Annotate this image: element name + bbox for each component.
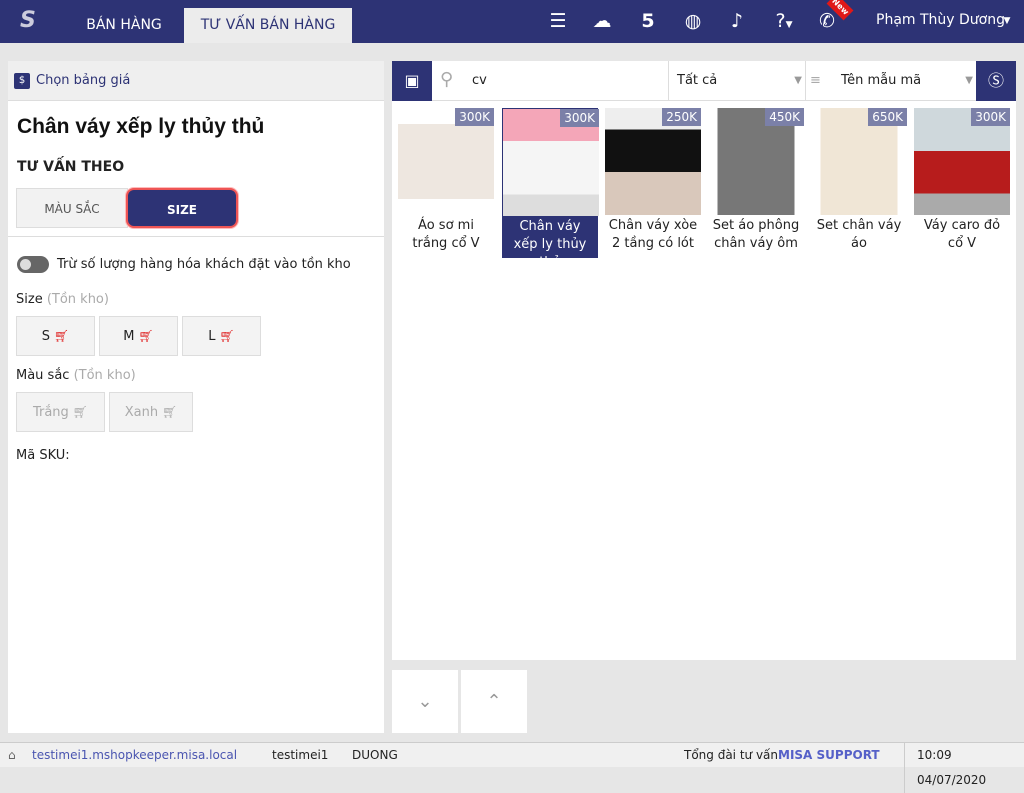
product-image: 300K — [914, 108, 1010, 215]
domain-link[interactable]: testimei1.mshopkeeper.misa.local — [32, 743, 237, 768]
divider — [8, 236, 384, 237]
seg-color[interactable]: MÀU SẮC — [16, 188, 128, 228]
product-card[interactable]: 650K Set chân váy áo — [811, 108, 907, 258]
size-option-s[interactable]: S 🛒︎ — [16, 316, 95, 356]
product-card[interactable]: 300K Chân váy xếp ly thủy thủ — [502, 108, 599, 270]
size-label: Size (Tồn kho) — [16, 292, 109, 307]
price-badge: 300K — [971, 108, 1010, 126]
product-image: 450K — [708, 108, 804, 215]
product-toolbar: ▣ ⚲ cv Tất cả ▼ ≡ Tên mẫu mã ▼ Ⓢ — [392, 61, 1016, 101]
product-image: 650K — [811, 108, 907, 215]
cart-icon: 🛒︎ — [162, 405, 178, 419]
product-image: 300K — [398, 108, 494, 215]
price-badge: 450K — [765, 108, 804, 126]
product-title: Chân váy xếp ly thủy thủ — [17, 115, 265, 138]
status-bar: ⌂ testimei1.mshopkeeper.misa.local testi… — [0, 742, 1024, 793]
consult-mode-segment: MÀU SẮC SIZE — [16, 188, 238, 228]
product-name: Váy caro đỏ cổ V — [923, 218, 1001, 251]
product-card[interactable]: 450K Set áo phông chân váy ôm — [708, 108, 804, 258]
scroll-up-button[interactable]: ⌃ — [461, 670, 527, 733]
cart-icon: 🛒︎ — [219, 329, 235, 343]
product-panel: ▣ ⚲ cv Tất cả ▼ ≡ Tên mẫu mã ▼ Ⓢ 300K Áo sơ … — [392, 61, 1016, 660]
cart-icon: 🛒︎ — [54, 329, 70, 343]
shop-icon[interactable]: 5 — [635, 10, 661, 32]
hotline-link[interactable]: MISA SUPPORT — [778, 743, 880, 768]
price-list-button[interactable]: $ Chọn bảng giá — [8, 61, 384, 101]
seg-size[interactable]: SIZE — [126, 188, 238, 228]
product-name: Áo sơ mi trắng cổ V — [412, 218, 480, 251]
price-symbol-icon[interactable]: Ⓢ — [976, 61, 1016, 101]
sort-icon: ≡ — [810, 73, 821, 88]
cart-icon: 🛒︎ — [138, 329, 154, 343]
bell-icon[interactable]: ♪ — [724, 10, 750, 32]
sort-select[interactable]: ≡ Tên mẫu mã ▼ — [805, 61, 976, 101]
category-filter[interactable]: Tất cả ▼ — [668, 61, 805, 101]
product-card[interactable]: 300K Váy caro đỏ cổ V — [914, 108, 1010, 258]
search-value: cv — [472, 73, 487, 88]
price-table-icon: $ — [14, 72, 30, 89]
price-badge: 650K — [868, 108, 907, 126]
datetime: 10:09 04/07/2020 — [904, 743, 1024, 793]
help-icon[interactable]: ?▼ — [766, 10, 802, 36]
size-option-l[interactable]: L 🛒︎ — [182, 316, 261, 356]
product-name: Set chân váy áo — [816, 218, 902, 251]
hotline-label: Tổng đài tư vấn: — [684, 748, 783, 762]
color-label: Màu sắc (Tồn kho) — [16, 368, 136, 383]
user-menu[interactable]: Phạm Thùy Dương — [876, 12, 1005, 28]
cloud-sync-icon[interactable]: ☁ — [589, 10, 615, 32]
account-name: testimei1 — [272, 748, 329, 762]
color-option-trang[interactable]: Trắng 🛒︎ — [16, 392, 105, 432]
product-card[interactable]: 300K Áo sơ mi trắng cổ V — [398, 108, 494, 258]
tab-tu-van-ban-hang[interactable]: TƯ VẤN BÁN HÀNG — [184, 8, 352, 43]
product-image: 300K — [503, 109, 599, 216]
chevron-down-icon[interactable]: ▼ — [1000, 10, 1014, 32]
deduct-stock-toggle[interactable] — [17, 256, 49, 273]
search-icon: ⚲ — [440, 69, 454, 90]
product-name: Chân váy xòe 2 tầng có lót — [608, 218, 698, 251]
layout-toggle-icon[interactable]: ▣ — [392, 61, 432, 101]
product-card[interactable]: 250K Chân váy xòe 2 tầng có lót — [605, 108, 701, 258]
price-badge: 250K — [662, 108, 701, 126]
price-badge: 300K — [455, 108, 494, 126]
toggle-label: Trừ số lượng hàng hóa khách đặt vào tồn … — [57, 257, 351, 272]
search-input[interactable]: ⚲ cv — [432, 61, 668, 101]
consult-by-label: TƯ VẤN THEO — [17, 159, 125, 175]
top-header: S BÁN HÀNG TƯ VẤN BÁN HÀNG ☰ ☁ 5 ◍ ♪ ?▼ … — [0, 0, 1024, 43]
consult-panel: $ Chọn bảng giá Chân váy xếp ly thủy thủ… — [8, 61, 384, 733]
color-option-xanh[interactable]: Xanh 🛒︎ — [109, 392, 193, 432]
globe-icon[interactable]: ◍ — [680, 10, 706, 32]
cart-icon: 🛒︎ — [72, 405, 89, 419]
scroll-down-button[interactable]: ⌄ — [392, 670, 458, 733]
user-name: DUONG — [352, 748, 398, 762]
product-name: Chân váy xếp ly thủy thủ — [503, 216, 597, 270]
product-image: 250K — [605, 108, 701, 215]
menu-icon[interactable]: ☰ — [545, 10, 571, 32]
price-badge: 300K — [560, 109, 599, 127]
price-list-label: Chọn bảng giá — [36, 73, 131, 88]
sku-label: Mã SKU: — [16, 448, 70, 463]
product-name: Set áo phông chân váy ôm — [712, 218, 800, 251]
tab-ban-hang[interactable]: BÁN HÀNG — [70, 8, 178, 43]
home-icon: ⌂ — [8, 748, 16, 762]
app-logo-icon[interactable]: S — [20, 8, 42, 34]
size-option-m[interactable]: M 🛒︎ — [99, 316, 178, 356]
